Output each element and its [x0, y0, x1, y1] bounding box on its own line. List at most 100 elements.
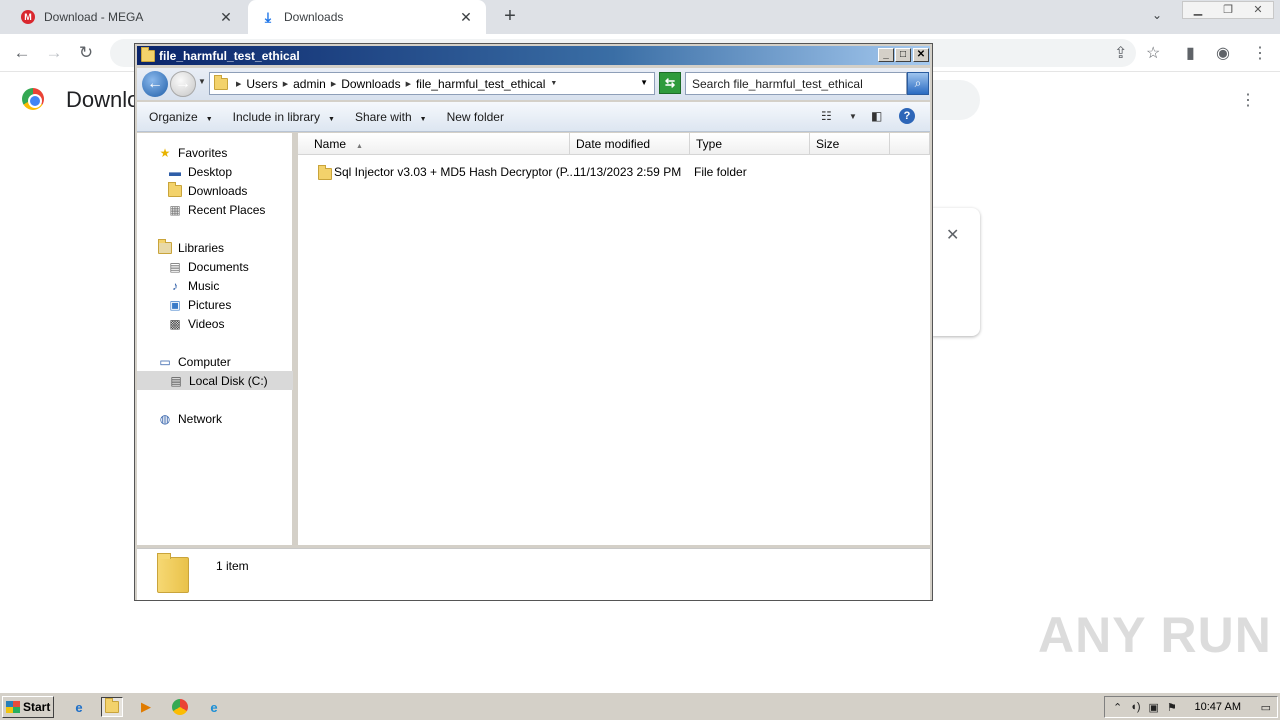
bookmark-star-icon[interactable]: ☆ — [1146, 43, 1160, 63]
search-input[interactable]: Search file_harmful_test_ethical — [685, 72, 907, 95]
show-hidden-icons-icon[interactable]: ⌃ — [1113, 701, 1122, 714]
column-header-type[interactable]: Type — [690, 133, 810, 155]
action-center-flag-icon[interactable]: ⚑ — [1167, 701, 1177, 714]
folder-icon — [141, 46, 155, 62]
side-panel-icon[interactable]: ▮ — [1186, 43, 1195, 63]
nav-computer[interactable]: ▭ Computer — [157, 352, 230, 371]
column-header-date-modified[interactable]: Date modified — [570, 133, 690, 155]
sort-ascending-icon: ▲ — [356, 143, 363, 150]
share-with-label: Share with — [354, 109, 412, 124]
column-header-name[interactable]: Name ▲ — [298, 133, 570, 155]
start-button[interactable]: Start — [2, 696, 54, 718]
volume-icon[interactable]: ◖) — [1130, 701, 1140, 713]
file-list: Name ▲ Date modified Type Size Sql Inject… — [298, 133, 930, 545]
chevron-right-icon[interactable]: ▶ — [406, 80, 411, 88]
nav-label: Videos — [188, 316, 225, 331]
close-tab-icon[interactable]: ✕ — [218, 9, 234, 26]
network-icon: ◍ — [159, 411, 171, 426]
nav-favorites[interactable]: ★ Favorites — [157, 143, 228, 162]
organize-button[interactable]: Organize ▼ — [149, 110, 213, 124]
chevron-right-icon[interactable]: ▶ — [331, 80, 336, 88]
tab-search-chevron-icon[interactable]: ⌄ — [1152, 8, 1162, 22]
search-icon[interactable]: ⌕ — [907, 72, 929, 95]
nav-local-disk[interactable]: ▤ Local Disk (C:) — [137, 371, 293, 390]
restore-icon[interactable]: ❐ — [1213, 2, 1243, 18]
chevron-right-icon[interactable]: ▶ — [236, 80, 241, 88]
chrome-taskbar-icon[interactable] — [169, 697, 191, 717]
minimize-icon[interactable]: ▁ — [1183, 2, 1213, 18]
nav-label: Libraries — [178, 240, 225, 255]
browser-tabstrip: M Download - MEGA ✕ ⤓ Downloads ✕ + ⌄ ▁ … — [0, 0, 1280, 34]
explorer-title-bar[interactable]: file_harmful_test_ethical _ □ ✕ — [137, 46, 930, 65]
back-arrow-icon[interactable]: ← — [11, 42, 33, 64]
chevron-right-icon[interactable]: ▶ — [283, 80, 288, 88]
explorer-taskbar-icon[interactable] — [101, 697, 123, 717]
share-icon[interactable]: ⇪ — [1114, 43, 1127, 63]
breadcrumb-current-folder[interactable]: file_harmful_test_ethical — [416, 77, 545, 91]
remove-download-icon[interactable]: ✕ — [946, 225, 959, 245]
file-date-modified: 11/13/2023 2:59 PM — [574, 165, 682, 179]
details-pane: 1 item — [137, 548, 930, 600]
browser-window-controls: ▁ ❐ ✕ — [1182, 1, 1274, 19]
help-icon[interactable]: ? — [899, 108, 915, 124]
close-icon[interactable]: ✕ — [913, 48, 929, 62]
window-title: file_harmful_test_ethical — [159, 48, 300, 63]
nav-label: Favorites — [178, 145, 228, 160]
forward-arrow-icon[interactable]: → — [43, 42, 65, 64]
view-dropdown-icon[interactable]: ▼ — [849, 112, 857, 121]
share-with-button[interactable]: Share with ▼ — [355, 110, 427, 124]
reload-icon[interactable]: ↻ — [75, 42, 97, 64]
preview-pane-icon[interactable]: ◧ — [871, 109, 882, 123]
close-icon[interactable]: ✕ — [1243, 2, 1273, 18]
nav-label: Network — [178, 411, 223, 426]
page-menu-kebab-icon[interactable]: ⋮ — [1240, 90, 1256, 110]
show-desktop-icon[interactable]: ▭ — [1261, 701, 1271, 714]
new-tab-button[interactable]: + — [498, 4, 522, 28]
nav-libraries[interactable]: Libraries — [157, 238, 224, 257]
windows-logo-icon — [6, 701, 20, 713]
nav-music[interactable]: ♪ Music — [167, 276, 219, 295]
folder-large-icon — [157, 553, 189, 593]
tab-label: Download - MEGA — [44, 10, 144, 24]
forward-arrow-icon[interactable]: → — [170, 71, 196, 97]
tab-downloads[interactable]: ⤓ Downloads ✕ — [248, 0, 486, 34]
table-row[interactable]: Sql Injector v3.03 + MD5 Hash Decryptor … — [310, 163, 920, 181]
command-bar: Organize ▼ Include in library ▼ Share with… — [137, 102, 930, 132]
nav-label: Pictures — [188, 297, 232, 312]
breadcrumb-downloads[interactable]: Downloads — [341, 77, 400, 91]
breadcrumb[interactable]: ▶ Users ▶ admin ▶ Downloads ▶ file_harmf… — [209, 72, 655, 95]
edge-icon[interactable]: e — [203, 697, 225, 717]
nav-pictures[interactable]: ▣ Pictures — [167, 295, 231, 314]
nav-documents[interactable]: ▤ Documents — [167, 257, 248, 276]
tab-download-mega[interactable]: M Download - MEGA ✕ — [8, 0, 246, 34]
menu-kebab-icon[interactable]: ⋮ — [1252, 43, 1268, 63]
new-folder-button[interactable]: New folder — [447, 110, 504, 124]
system-tray: ⌃ ◖) ▣ ⚑ 10:47 AM ▭ — [1104, 696, 1278, 718]
file-name: Sql Injector v3.03 + MD5 Hash Decryptor … — [334, 165, 577, 179]
minimize-icon[interactable]: _ — [878, 48, 894, 62]
close-tab-icon[interactable]: ✕ — [458, 9, 474, 26]
maximize-icon[interactable]: □ — [895, 48, 911, 62]
breadcrumb-users[interactable]: Users — [246, 77, 277, 91]
nav-network[interactable]: ◍ Network — [157, 409, 222, 428]
nav-recent-places[interactable]: ▦ Recent Places — [167, 200, 265, 219]
history-dropdown-icon[interactable]: ▼ — [198, 77, 206, 86]
internet-explorer-icon[interactable]: e — [68, 697, 90, 717]
download-icon: ⤓ — [264, 8, 272, 25]
breadcrumb-admin[interactable]: admin — [293, 77, 326, 91]
chevron-down-icon[interactable]: ▼ — [550, 80, 557, 87]
nav-desktop[interactable]: ▬ Desktop — [167, 162, 232, 181]
network-tray-icon[interactable]: ▣ — [1149, 701, 1159, 714]
back-arrow-icon[interactable]: ← — [142, 71, 168, 97]
nav-videos[interactable]: ▩ Videos — [167, 314, 224, 333]
view-details-icon[interactable]: ☷ — [821, 109, 832, 123]
refresh-icon[interactable]: ⇆ — [659, 72, 681, 94]
include-in-library-button[interactable]: Include in library ▼ — [233, 110, 335, 124]
media-player-icon[interactable]: ▶ — [135, 697, 157, 717]
nav-downloads[interactable]: Downloads — [167, 181, 247, 200]
music-icon: ♪ — [172, 278, 178, 293]
profile-avatar-icon[interactable]: ◉ — [1216, 43, 1230, 63]
column-header-size[interactable]: Size — [810, 133, 890, 155]
chevron-down-icon: ▼ — [205, 115, 213, 123]
address-dropdown-icon[interactable]: ▼ — [640, 78, 648, 87]
